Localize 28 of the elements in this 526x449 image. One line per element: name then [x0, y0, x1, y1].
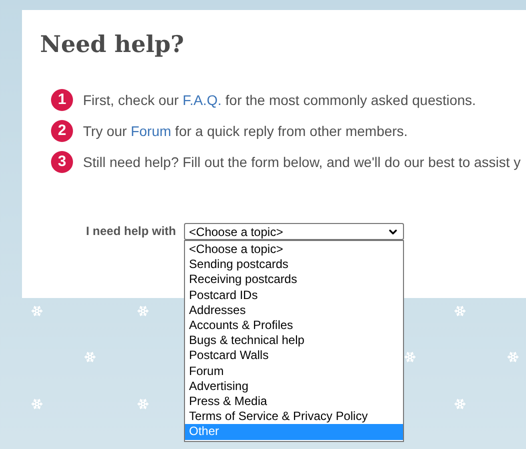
snowflake-icon — [454, 398, 466, 410]
snowflake-icon — [137, 305, 149, 317]
dropdown-option[interactable]: Postcard IDs — [185, 288, 404, 303]
help-link[interactable]: F.A.Q. — [182, 92, 222, 108]
dropdown-option[interactable]: <Choose a topic> — [185, 242, 404, 258]
snowflake-icon — [31, 398, 43, 410]
dropdown-option[interactable]: Press & Media — [185, 394, 404, 410]
dropdown-option[interactable]: Receiving postcards — [185, 272, 404, 288]
step-text: First, check our F.A.Q. for the most commonly asked questions. — [83, 91, 476, 110]
step-text: Still need help? Fill out the form below, and we'll do our best to assist y — [83, 153, 521, 172]
dropdown-option[interactable]: Forum — [185, 364, 404, 379]
snowflake-icon — [454, 305, 466, 317]
field-label: I need help with — [86, 223, 176, 240]
snowflake-icon — [31, 305, 43, 317]
snowflake-icon — [507, 351, 519, 363]
dropdown-option[interactable]: Terms of Service & Privacy Policy — [185, 409, 404, 424]
snowflake-icon — [84, 351, 96, 363]
step-text: Try our Forum for a quick reply from other members. — [83, 122, 408, 141]
help-link[interactable]: Forum — [130, 123, 172, 139]
dropdown-option[interactable]: Bugs & technical help — [185, 333, 404, 348]
dropdown-option[interactable]: Postcard Walls — [185, 348, 404, 364]
dropdown-option[interactable]: Addresses — [185, 302, 404, 318]
topic-select[interactable]: <Choose a topic> — [184, 223, 404, 240]
snowflake-icon — [137, 398, 149, 410]
dropdown-option[interactable]: Accounts & Profiles — [185, 318, 404, 334]
page-heading: Need help? — [40, 30, 184, 60]
dropdown-option[interactable]: Advertising — [185, 378, 404, 394]
dropdown-option[interactable]: Sending postcards — [185, 257, 404, 272]
